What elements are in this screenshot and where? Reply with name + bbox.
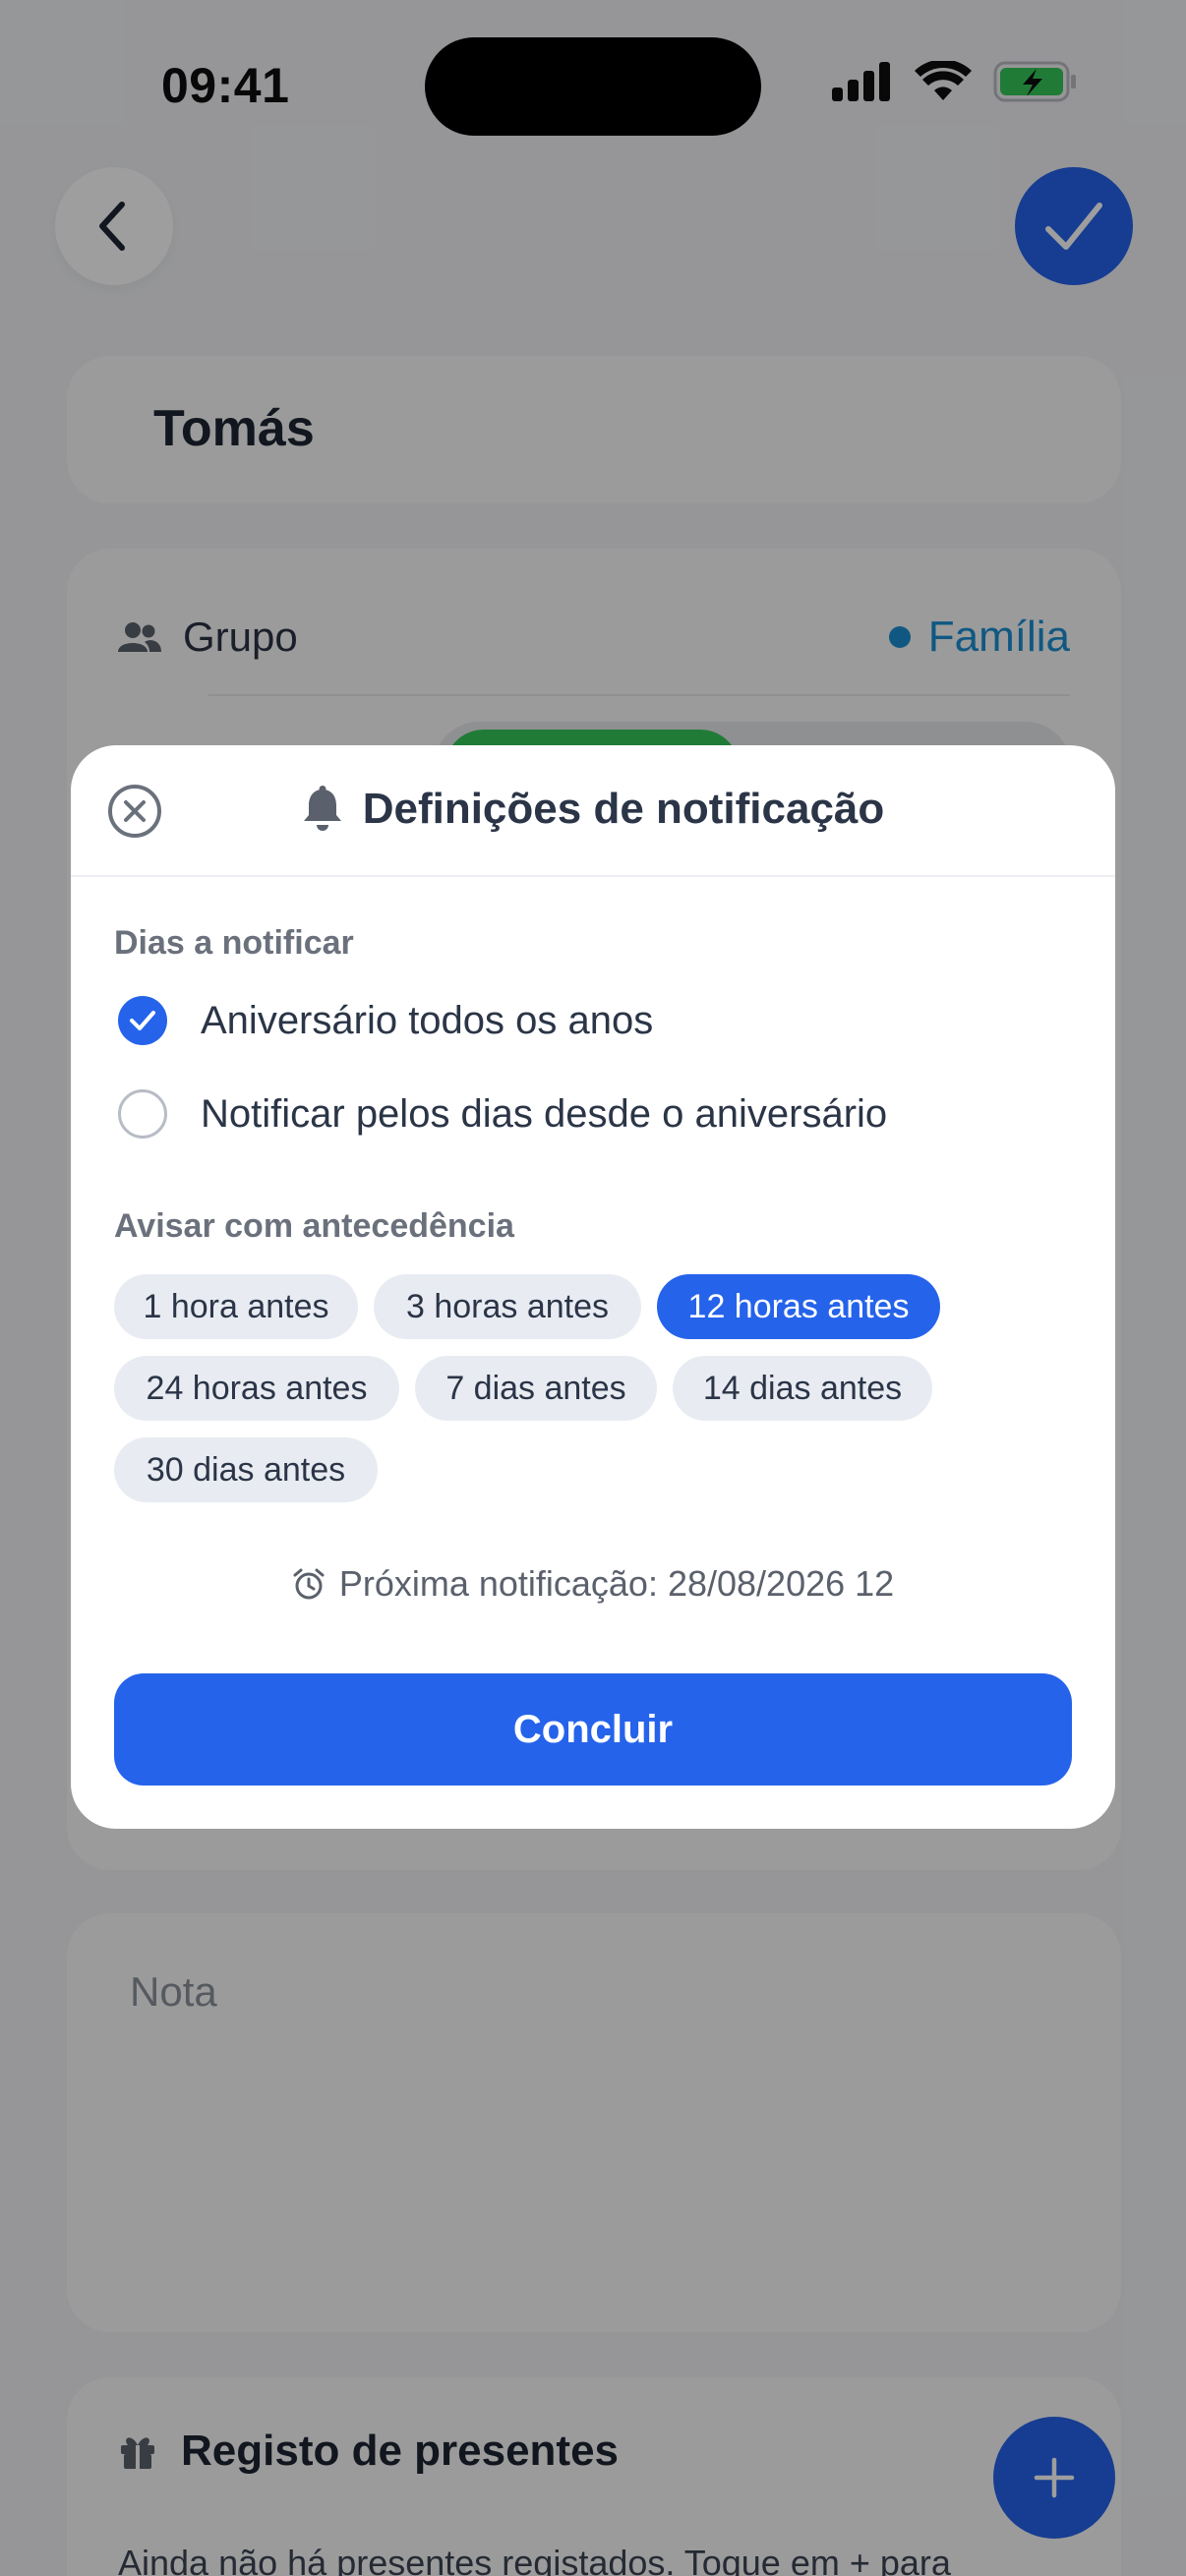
option-days-since-label: Notificar pelos dias desde o aniversário <box>201 1091 888 1136</box>
unchecked-radio-icon <box>118 1089 167 1139</box>
advance-section-label: Avisar com antecedência <box>114 1207 514 1245</box>
chip-14-days[interactable]: 14 dias antes <box>673 1356 932 1421</box>
chip-3-hours[interactable]: 3 horas antes <box>374 1274 641 1339</box>
days-section-label: Dias a notificar <box>114 924 354 962</box>
alarm-clock-icon <box>293 1568 325 1600</box>
next-notification-text: Próxima notificação: 28/08/2026 12 <box>338 1563 895 1604</box>
notification-settings-modal: Definições de notificação Dias a notific… <box>71 745 1115 1829</box>
checkmark-icon <box>130 1011 155 1030</box>
modal-title: Definições de notificação <box>362 785 885 833</box>
modal-title-wrap: Definições de notificação <box>71 785 1115 834</box>
modal-header: Definições de notificação <box>71 745 1115 877</box>
option-days-since[interactable]: Notificar pelos dias desde o aniversário <box>118 1089 887 1139</box>
option-yearly[interactable]: Aniversário todos os anos <box>118 996 653 1045</box>
option-yearly-label: Aniversário todos os anos <box>201 998 654 1042</box>
bell-icon <box>303 786 341 831</box>
chip-12-hours[interactable]: 12 horas antes <box>657 1274 940 1339</box>
checked-radio-icon <box>118 996 167 1045</box>
next-notification: Próxima notificação: 28/08/2026 12 <box>71 1563 1115 1605</box>
chip-1-hour[interactable]: 1 hora antes <box>114 1274 358 1339</box>
chip-24-hours[interactable]: 24 horas antes <box>114 1356 399 1421</box>
contact-edit-screen: 09:41 Tomás Grupo Família Nota Registo d… <box>0 0 1186 2576</box>
chip-30-days[interactable]: 30 dias antes <box>114 1437 378 1502</box>
done-button[interactable]: Concluir <box>114 1673 1072 1786</box>
chip-7-days[interactable]: 7 dias antes <box>415 1356 657 1421</box>
